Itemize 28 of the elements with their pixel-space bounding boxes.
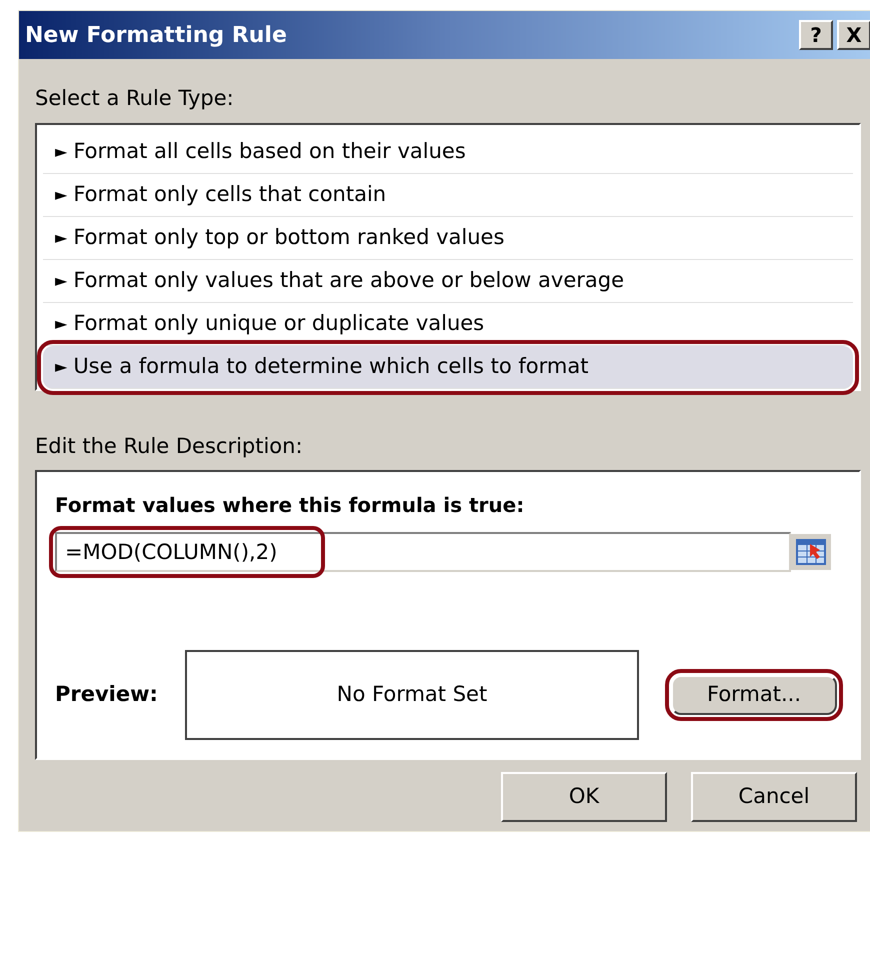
rule-type-text: Format only cells that contain bbox=[73, 180, 386, 208]
preview-box: No Format Set bbox=[185, 650, 639, 740]
arrow-marker: ► bbox=[55, 184, 68, 206]
rule-type-item[interactable]: ► Format only cells that contain bbox=[43, 174, 853, 216]
arrow-marker: ► bbox=[55, 270, 68, 292]
close-button[interactable]: X bbox=[837, 20, 870, 50]
window-title: New Formatting Rule bbox=[25, 22, 287, 50]
range-select-icon bbox=[795, 538, 827, 566]
arrow-marker: ► bbox=[55, 140, 68, 162]
range-select-button[interactable] bbox=[791, 534, 831, 570]
description-label: Edit the Rule Description: bbox=[35, 432, 304, 460]
rule-type-text: Format all cells based on their values bbox=[73, 138, 466, 165]
formula-field[interactable]: =MOD(COLUMN(),2) bbox=[55, 532, 791, 572]
rule-type-item[interactable]: ► Format only top or bottom ranked values bbox=[43, 216, 853, 260]
arrow-marker: ► bbox=[55, 312, 68, 334]
rule-type-text: Use a formula to determine which cells to format bbox=[73, 352, 588, 380]
rule-type-label: Select a Rule Type: bbox=[35, 85, 235, 112]
arrow-marker: ► bbox=[55, 356, 68, 378]
rule-type-text: Format only values that are above or below average bbox=[73, 266, 624, 294]
arrow-marker: ► bbox=[55, 226, 68, 248]
dialog-button[interactable]: Cancel bbox=[691, 772, 857, 822]
help-button[interactable]: ? bbox=[799, 20, 833, 50]
rule-type-text: Format only top or bottom ranked values bbox=[73, 224, 504, 251]
dialog-button[interactable]: OK bbox=[501, 772, 667, 822]
formula-label: Format values where this formula is true: bbox=[55, 492, 526, 519]
preview-label: Preview: bbox=[55, 681, 159, 708]
rule-type-text: Format only unique or duplicate values bbox=[73, 310, 484, 337]
rule-type-item[interactable]: ► Format only values that are above or below average bbox=[43, 260, 853, 302]
